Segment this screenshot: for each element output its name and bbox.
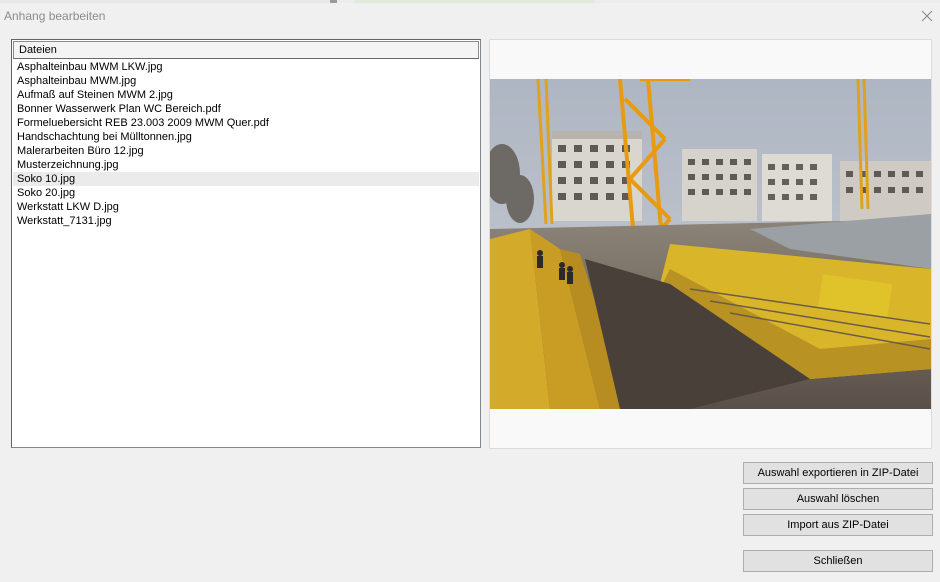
- list-item[interactable]: Formeluebersicht REB 23.003 2009 MWM Que…: [13, 116, 479, 130]
- close-window-button[interactable]: [916, 5, 938, 27]
- window-title: Anhang bearbeiten: [4, 9, 106, 23]
- preview-image: [490, 79, 931, 409]
- close-icon: [921, 10, 933, 22]
- export-zip-button[interactable]: Auswahl exportieren in ZIP-Datei: [743, 462, 933, 484]
- import-zip-button[interactable]: Import aus ZIP-Datei: [743, 514, 933, 536]
- list-item[interactable]: Bonner Wasserwerk Plan WC Bereich.pdf: [13, 102, 479, 116]
- construction-site-photo: [490, 79, 931, 409]
- delete-selection-button[interactable]: Auswahl löschen: [743, 488, 933, 510]
- list-item[interactable]: Soko 10.jpg: [13, 172, 479, 186]
- list-item[interactable]: Werkstatt_7131.jpg: [13, 214, 479, 228]
- close-button[interactable]: Schließen: [743, 550, 933, 572]
- list-item[interactable]: Malerarbeiten Büro 12.jpg: [13, 144, 479, 158]
- list-item[interactable]: Asphalteinbau MWM LKW.jpg: [13, 60, 479, 74]
- file-list[interactable]: Dateien Asphalteinbau MWM LKW.jpg Asphalt…: [11, 39, 481, 448]
- list-column-header[interactable]: Dateien: [13, 41, 479, 59]
- list-item[interactable]: Soko 20.jpg: [13, 186, 479, 200]
- list-item[interactable]: Musterzeichnung.jpg: [13, 158, 479, 172]
- list-item[interactable]: Werkstatt LKW D.jpg: [13, 200, 479, 214]
- column-header-label: Dateien: [19, 44, 57, 56]
- list-item[interactable]: Asphalteinbau MWM.jpg: [13, 74, 479, 88]
- file-list-items: Asphalteinbau MWM LKW.jpg Asphalteinbau M…: [13, 60, 479, 228]
- image-preview-panel: [489, 39, 932, 449]
- list-item[interactable]: Handschachtung bei Mülltonnen.jpg: [13, 130, 479, 144]
- list-item[interactable]: Aufmaß auf Steinen MWM 2.jpg: [13, 88, 479, 102]
- title-bar: Anhang bearbeiten: [0, 3, 940, 29]
